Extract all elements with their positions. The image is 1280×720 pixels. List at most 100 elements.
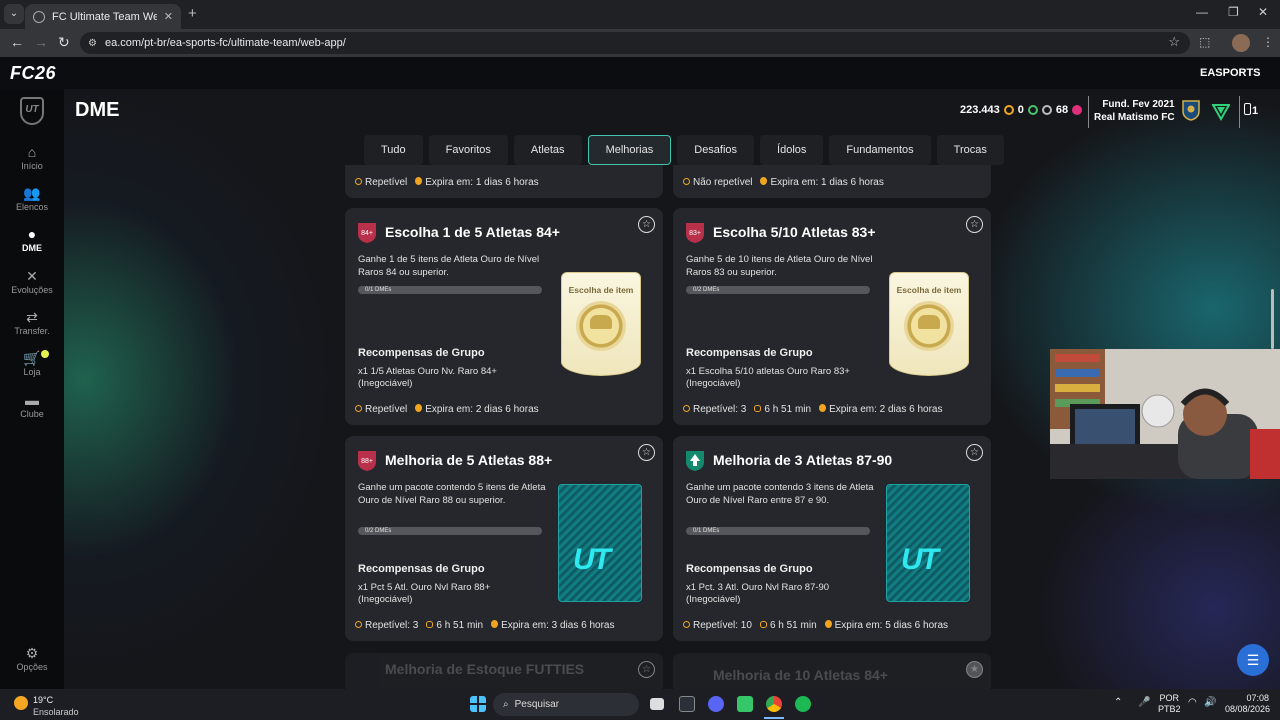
microphone-icon[interactable]: 🎤 <box>1138 697 1150 708</box>
tab-title: FC Ultimate Team Web App - E <box>52 10 157 23</box>
tab-trocas[interactable]: Trocas <box>936 135 1004 165</box>
sidebar-item-dme[interactable]: ● DME <box>0 226 64 253</box>
reward-heading: Recompensas de Grupo <box>358 563 485 575</box>
cart-icon: 🛒 <box>23 350 41 366</box>
forward-button[interactable]: → <box>34 34 48 50</box>
ut-logo-icon: UT <box>20 97 44 125</box>
sidebar: UT ⌂ Início 👥 Elencos ● DME ✕ Evoluções … <box>0 89 64 689</box>
close-tab-icon[interactable]: ✕ <box>164 10 173 23</box>
filter-fab-icon[interactable]: ☰ <box>1237 644 1269 676</box>
card-footer: Repetível: 3 6 h 51 min Expira em: 2 dia… <box>683 404 942 415</box>
windows-start-icon[interactable] <box>470 696 486 712</box>
slot-count: 1 <box>1252 105 1259 117</box>
tab-favoritos[interactable]: Favoritos <box>428 135 508 165</box>
tab-search-menu[interactable]: ⌄ <box>4 4 24 24</box>
sidebar-item-transfer[interactable]: ⇄ Transfer. <box>0 309 64 336</box>
sidebar-item-evolucoes[interactable]: ✕ Evoluções <box>0 268 64 295</box>
tab-fundamentos[interactable]: Fundamentos <box>829 135 931 165</box>
tab-idolos[interactable]: Ídolos <box>760 135 824 165</box>
home-icon: ⌂ <box>27 144 37 160</box>
discord-icon[interactable] <box>708 696 724 712</box>
profile-avatar[interactable] <box>1232 34 1250 52</box>
lang-code: POR <box>1159 693 1180 703</box>
reward-text: x1 Escolha 5/10 atletas Ouro Raro 83+ (I… <box>686 366 850 389</box>
favorite-star-icon[interactable]: ☆ <box>638 444 655 461</box>
card-footer: Repetível: 3 6 h 51 min Expira em: 3 dia… <box>355 620 614 631</box>
points-value: 0 <box>1017 104 1024 116</box>
sidebar-item-elencos[interactable]: 👥 Elencos <box>0 185 64 212</box>
sbc-card-partial[interactable]: Não repetível Expira em: 1 dias 6 horas <box>673 165 991 198</box>
club-founded: Fund. Fev 2021 <box>1102 99 1175 110</box>
pack-ut-label: UT <box>901 543 939 576</box>
extensions-icon[interactable]: ⬚ <box>1199 35 1210 49</box>
card-description: Ganhe 1 de 5 itens de Atleta Ouro de Nív… <box>358 254 540 278</box>
favorite-star-icon[interactable]: ☆ <box>638 661 655 678</box>
tab-desafios[interactable]: Desafios <box>677 135 755 165</box>
scrollbar-thumb[interactable] <box>1271 289 1274 349</box>
sbc-card-partial[interactable]: Repetível Expira em: 1 dias 6 horas <box>345 165 663 198</box>
task-view-icon[interactable] <box>650 698 664 710</box>
clock-date: 08/08/2026 <box>1225 704 1271 714</box>
coin-icon <box>1003 105 1014 115</box>
sbc-card[interactable]: 88+ Melhoria de 5 Atletas 88+ ☆ Ganhe um… <box>345 436 663 641</box>
language-indicator[interactable]: POR PTB2 <box>1158 693 1181 715</box>
browser-menu-icon[interactable]: ⋮ <box>1262 35 1274 49</box>
tab-tudo[interactable]: Tudo <box>364 135 423 165</box>
timer-icon <box>426 621 434 628</box>
favorite-star-icon[interactable]: ☆ <box>966 444 983 461</box>
bookmark-star-icon[interactable]: ☆ <box>1168 34 1180 50</box>
back-button[interactable]: ← <box>10 34 24 50</box>
timer-text: 6 h 51 min <box>764 404 812 415</box>
favorite-star-icon[interactable]: ★ <box>966 661 983 678</box>
tab-melhorias[interactable]: Melhorias <box>587 135 672 165</box>
browser-tab[interactable]: FC Ultimate Team Web App - E ✕ <box>25 4 181 29</box>
division-badge-icon <box>1212 104 1230 122</box>
sbc-card[interactable]: 83+ Escolha 5/10 Atletas 83+ ☆ Ganhe 5 d… <box>673 208 991 425</box>
site-info-icon[interactable]: ⚙ <box>88 38 97 49</box>
favorite-star-icon[interactable]: ☆ <box>638 216 655 233</box>
volume-icon[interactable]: 🔊 <box>1204 697 1216 708</box>
reload-button[interactable]: ↻ <box>58 34 70 51</box>
sidebar-item-label: Elencos <box>15 202 49 212</box>
sidebar-item-label: Transfer. <box>14 326 50 336</box>
expiry-text: Expira em: 5 dias 6 horas <box>834 620 949 631</box>
players-icon <box>590 315 612 329</box>
sidebar-item-clube[interactable]: ▬ Clube <box>0 392 64 419</box>
reward-heading: Recompensas de Grupo <box>686 563 813 575</box>
sidebar-item-label: Loja <box>23 367 41 377</box>
minimize-button[interactable]: — <box>1196 5 1208 19</box>
sidebar-item-inicio[interactable]: ⌂ Início <box>0 144 64 171</box>
favorite-star-icon[interactable]: ☆ <box>966 216 983 233</box>
sidebar-item-label: Opções <box>16 662 48 672</box>
address-bar[interactable]: ⚙ ea.com/pt-br/ea-sports-fc/ultimate-tea… <box>80 32 1190 54</box>
new-tab-button[interactable]: + <box>188 5 197 22</box>
sbc-card[interactable]: 84+ Escolha 1 de 5 Atletas 84+ ☆ Ganhe 1… <box>345 208 663 425</box>
plus-icon[interactable] <box>1041 105 1052 115</box>
taskbar-search[interactable]: ⌕ Pesquisar <box>493 693 639 716</box>
sidebar-item-label: Clube <box>20 409 44 419</box>
close-window-button[interactable]: ✕ <box>1258 5 1268 19</box>
clock[interactable]: 07:08 08/08/2026 <box>1225 693 1271 715</box>
expiry-text: Expira em: 2 dias 6 horas <box>425 404 539 415</box>
card-title: Melhoria de 3 Atletas 87-90 <box>713 452 893 468</box>
svg-text:84+: 84+ <box>361 230 373 237</box>
tray-expand-icon[interactable]: ⌃ <box>1114 697 1122 708</box>
sidebar-item-opcoes[interactable]: ⚙ Opções <box>0 645 64 672</box>
maximize-button[interactable]: ❐ <box>1228 5 1239 19</box>
sbc-card-partial[interactable]: Melhoria de Estoque FUTTIES ☆ <box>345 653 663 689</box>
repeat-text: Não repetível <box>693 177 753 188</box>
tab-atletas[interactable]: Atletas <box>513 135 582 165</box>
app-icon[interactable] <box>679 696 695 712</box>
sidebar-item-loja[interactable]: 🛒 Loja <box>0 350 64 377</box>
game-app-icon[interactable] <box>737 696 753 712</box>
card-description: Ganhe 5 de 10 itens de Atleta Ouro de Ní… <box>686 254 873 278</box>
taskbar: 19°C Ensolarado ⌕ Pesquisar ⌃ 🎤 POR PTB2… <box>0 689 1280 720</box>
browser-toolbar: ← → ↻ ⚙ ea.com/pt-br/ea-sports-fc/ultima… <box>0 29 1280 57</box>
repeat-text: Repetível: 3 <box>365 620 419 631</box>
spotify-icon[interactable] <box>795 696 811 712</box>
sbc-card[interactable]: Melhoria de 3 Atletas 87-90 ☆ Ganhe um p… <box>673 436 991 641</box>
chrome-icon[interactable] <box>766 696 782 712</box>
sbc-card-partial[interactable]: Melhoria de 10 Atletas 84+ ★ <box>673 653 991 689</box>
card-title: Escolha 1 de 5 Atletas 84+ <box>385 224 560 240</box>
wifi-icon[interactable]: ◠ <box>1188 697 1197 708</box>
